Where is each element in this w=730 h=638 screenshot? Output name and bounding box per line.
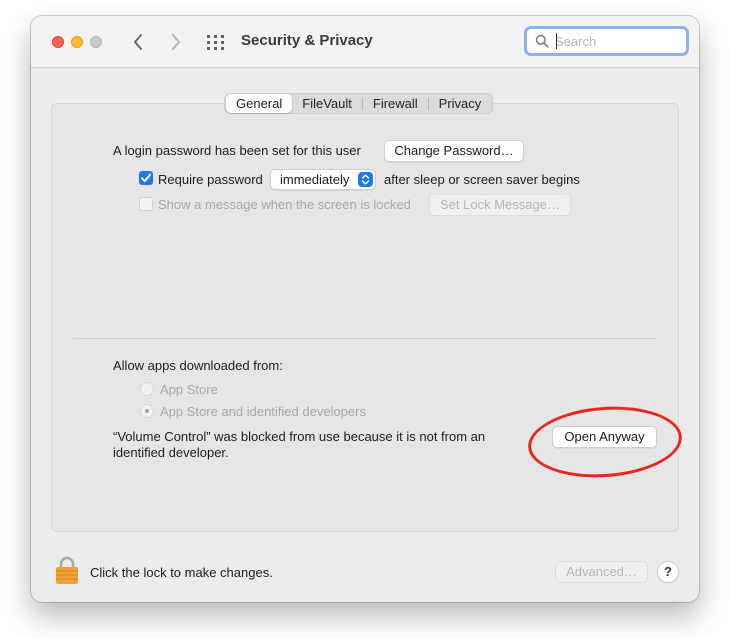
minimize-button[interactable] [71, 36, 83, 48]
require-password-label: Require password [158, 172, 263, 187]
change-password-button[interactable]: Change Password… [384, 140, 524, 162]
section-divider [73, 338, 657, 339]
require-password-popup[interactable]: immediately [270, 169, 376, 190]
window-title: Security & Privacy [241, 32, 373, 49]
chevron-right-icon[interactable] [166, 30, 186, 54]
search-field[interactable] [524, 26, 689, 56]
search-input[interactable] [555, 32, 680, 50]
stepper-icon [358, 172, 373, 187]
tab-bar: General FileVault Firewall Privacy [224, 93, 494, 114]
grid-icon[interactable] [206, 33, 225, 52]
allow-apps-heading: Allow apps downloaded from: [113, 358, 283, 373]
require-password-checkbox[interactable] [139, 171, 153, 185]
preferences-window: Security & Privacy General FileVault Fir… [31, 16, 699, 602]
show-message-checkbox[interactable] [139, 197, 153, 211]
advanced-button[interactable]: Advanced… [555, 561, 648, 583]
set-lock-message-button[interactable]: Set Lock Message… [429, 194, 571, 216]
tab-privacy[interactable]: Privacy [429, 94, 492, 113]
radio-app-store[interactable] [140, 382, 154, 396]
login-password-text: A login password has been set for this u… [113, 143, 361, 158]
zoom-button[interactable] [90, 36, 102, 48]
tab-general[interactable]: General [226, 94, 293, 113]
search-icon [535, 34, 549, 48]
show-message-label: Show a message when the screen is locked [158, 197, 411, 212]
chevron-left-icon[interactable] [129, 30, 149, 54]
radio-identified-developers[interactable] [140, 404, 154, 418]
tab-firewall[interactable]: Firewall [363, 94, 428, 113]
require-password-value: immediately [280, 172, 350, 187]
blocked-app-message: “Volume Control” was blocked from use be… [113, 429, 486, 460]
title-bar: Security & Privacy [31, 16, 699, 68]
tab-filevault[interactable]: FileVault [292, 94, 362, 113]
radio-app-store-label: App Store [160, 382, 218, 397]
checkmark-icon [141, 173, 151, 182]
help-button[interactable]: ? [657, 561, 679, 583]
lock-icon[interactable] [55, 555, 79, 585]
text-caret [556, 33, 557, 49]
after-sleep-text: after sleep or screen saver begins [384, 172, 580, 187]
close-button[interactable] [52, 36, 64, 48]
lock-text: Click the lock to make changes. [90, 565, 273, 580]
radio-identified-developers-label: App Store and identified developers [160, 404, 366, 419]
